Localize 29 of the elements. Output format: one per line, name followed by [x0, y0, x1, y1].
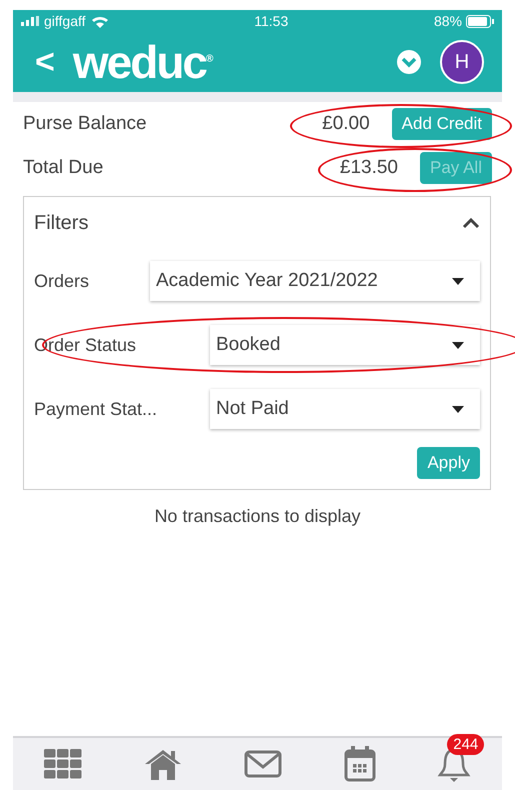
grid-icon[interactable]	[44, 749, 82, 779]
summary-label: Purse Balance	[23, 113, 148, 135]
chevron-down-icon[interactable]	[396, 49, 422, 75]
notification-badge: 244	[447, 734, 484, 755]
battery-percent: 88%	[434, 13, 462, 29]
dropdown-select[interactable]: Academic Year 2021/2022	[150, 261, 480, 301]
filters-title: Filters	[34, 212, 88, 234]
caret-down-icon	[452, 278, 464, 284]
chevron-up-icon[interactable]	[462, 217, 480, 229]
dropdown-select[interactable]: Booked	[210, 325, 480, 365]
battery-icon	[466, 14, 494, 28]
empty-message: No transactions to display	[153, 506, 362, 527]
amount-value: £0.00	[322, 113, 370, 135]
filter-label: Orders	[34, 270, 90, 292]
caret-down-icon	[452, 342, 464, 348]
mail-icon[interactable]	[244, 750, 282, 778]
caret-down-icon	[452, 406, 464, 412]
filter-label: Payment Stat...	[34, 398, 158, 420]
amount-value: £13.50	[340, 157, 398, 179]
calendar-icon[interactable]	[344, 746, 376, 782]
clock-time: 11:53	[254, 13, 288, 29]
weduc-logo: weduc$^{®}$	[72, 35, 214, 89]
signal-icon	[21, 16, 39, 26]
wifi-icon	[90, 14, 109, 28]
user-avatar[interactable]: H	[440, 40, 484, 84]
dropdown-select[interactable]: Not Paid	[210, 389, 480, 429]
home-icon[interactable]	[143, 748, 184, 780]
summary-label: Total Due	[23, 157, 104, 179]
carrier-name: giffgaff	[44, 13, 86, 29]
